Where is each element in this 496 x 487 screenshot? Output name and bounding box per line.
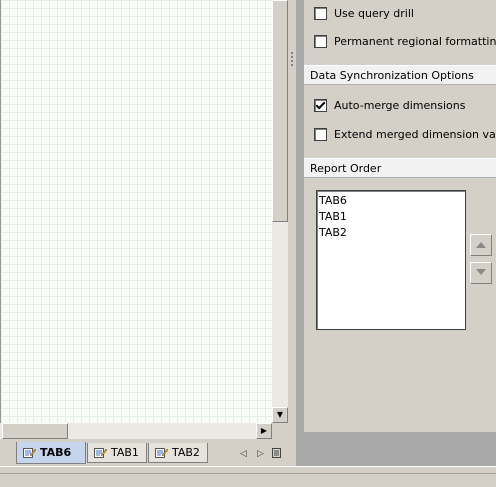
move-up-button[interactable] <box>470 234 492 256</box>
extend-merged-label: Extend merged dimension values <box>334 128 496 141</box>
auto-merge-option[interactable]: Auto-merge dimensions <box>314 99 465 112</box>
report-tab-bar: TAB6 TAB1 TAB2 ◁ ▷ <box>0 440 296 466</box>
report-canvas[interactable] <box>0 0 273 423</box>
tab-tab6[interactable]: TAB6 <box>16 442 86 464</box>
horizontal-scrollbar[interactable]: ▶ <box>0 423 272 439</box>
tab-label: TAB1 <box>111 446 139 459</box>
splitter-grip-icon[interactable] <box>291 52 293 66</box>
permanent-regional-formatting-checkbox[interactable] <box>314 35 327 48</box>
extend-merged-option[interactable]: Extend merged dimension values <box>314 128 496 141</box>
auto-merge-checkbox[interactable] <box>314 99 327 112</box>
report-tab-icon <box>94 447 108 458</box>
list-item[interactable]: TAB1 <box>319 210 347 223</box>
data-sync-section-header: Data Synchronization Options <box>304 65 496 85</box>
report-tab-icon <box>23 447 37 458</box>
auto-merge-label: Auto-merge dimensions <box>334 99 466 112</box>
scrollbar-corner <box>272 423 288 439</box>
arrow-down-icon <box>476 269 486 275</box>
vertical-scrollbar[interactable]: ▼ <box>272 0 288 423</box>
status-divider <box>0 473 496 474</box>
triangle-right-icon[interactable]: ▷ <box>257 449 264 459</box>
use-query-drill-checkbox[interactable] <box>314 7 327 20</box>
tab-label: TAB6 <box>40 446 72 459</box>
use-query-drill-label: Use query drill <box>334 7 414 20</box>
use-query-drill-option[interactable]: Use query drill <box>314 7 414 20</box>
list-item[interactable]: TAB6 <box>319 194 347 207</box>
scroll-right-button[interactable]: ▶ <box>256 423 272 439</box>
report-order-list[interactable]: TAB6 TAB1 TAB2 <box>316 190 466 330</box>
properties-panel-body: Use query drill Permanent regional forma… <box>304 0 496 432</box>
triangle-left-icon[interactable]: ◁ <box>240 449 247 459</box>
report-order-section-header: Report Order <box>304 158 496 178</box>
tab-tab2[interactable]: TAB2 <box>148 443 208 463</box>
chevron-right-icon: ▶ <box>260 426 268 435</box>
scroll-down-button[interactable]: ▼ <box>272 407 288 423</box>
permanent-regional-formatting-label: Permanent regional formatting <box>334 35 496 48</box>
report-tab-icon <box>155 447 169 458</box>
horizontal-scroll-thumb[interactable] <box>2 423 68 439</box>
tab-list-icon[interactable] <box>272 448 281 461</box>
chevron-down-icon: ▼ <box>276 410 284 419</box>
panel-splitter[interactable] <box>288 0 296 440</box>
status-bar <box>0 466 496 487</box>
permanent-regional-formatting-option[interactable]: Permanent regional formatting <box>314 35 496 48</box>
arrow-up-icon <box>476 242 486 248</box>
extend-merged-checkbox[interactable] <box>314 128 327 141</box>
vertical-scroll-thumb[interactable] <box>272 0 288 222</box>
tab-label: TAB2 <box>172 446 200 459</box>
tab-tab1[interactable]: TAB1 <box>87 443 147 463</box>
list-item[interactable]: TAB2 <box>319 226 347 239</box>
properties-panel: Use query drill Permanent regional forma… <box>296 0 496 466</box>
move-down-button[interactable] <box>470 262 492 284</box>
